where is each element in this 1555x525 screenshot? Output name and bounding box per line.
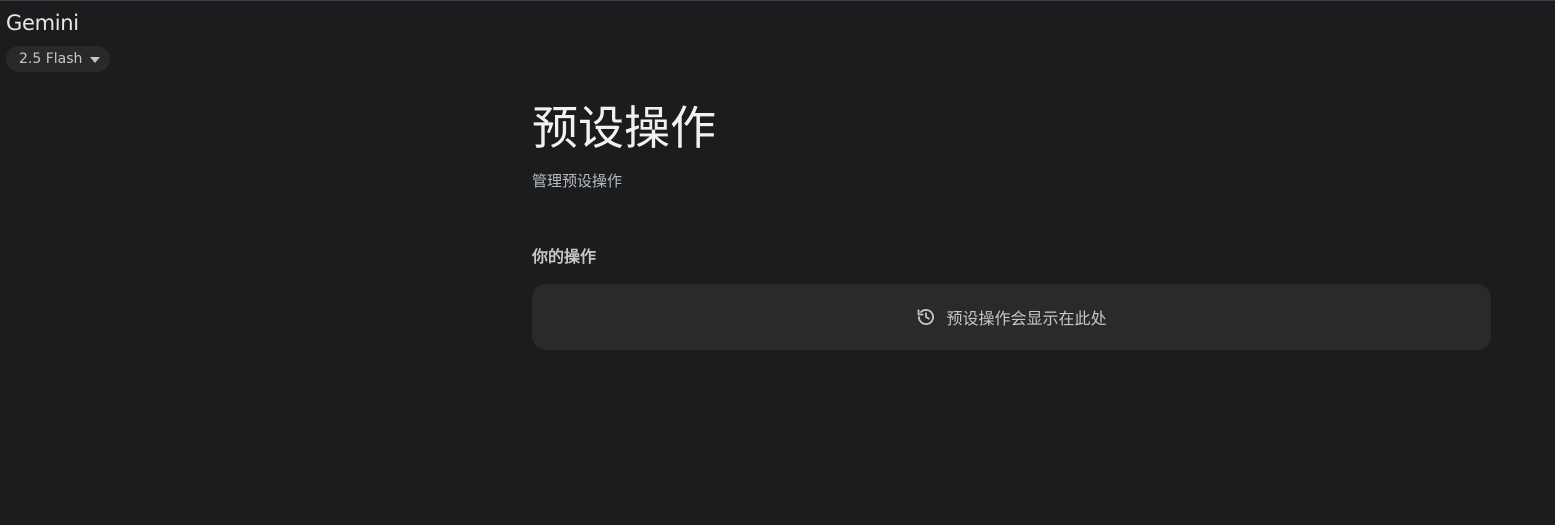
page-subtitle: 管理预设操作 [532,172,623,190]
model-switcher-button[interactable]: 2.5 Flash [6,46,111,72]
history-icon [916,307,936,327]
actions-empty-state-card: 预设操作会显示在此处 [532,284,1491,350]
model-switcher-label: 2.5 Flash [19,51,83,67]
app-title: Gemini [6,11,79,35]
empty-state-text: 预设操作会显示在此处 [946,309,1107,328]
page-title: 预设操作 [532,101,716,155]
main-content: 预设操作 管理预设操作 你的操作 预设操作会显示在此处 [532,96,1491,350]
section-heading-your-actions: 你的操作 [532,247,597,266]
caret-down-icon [90,56,101,63]
